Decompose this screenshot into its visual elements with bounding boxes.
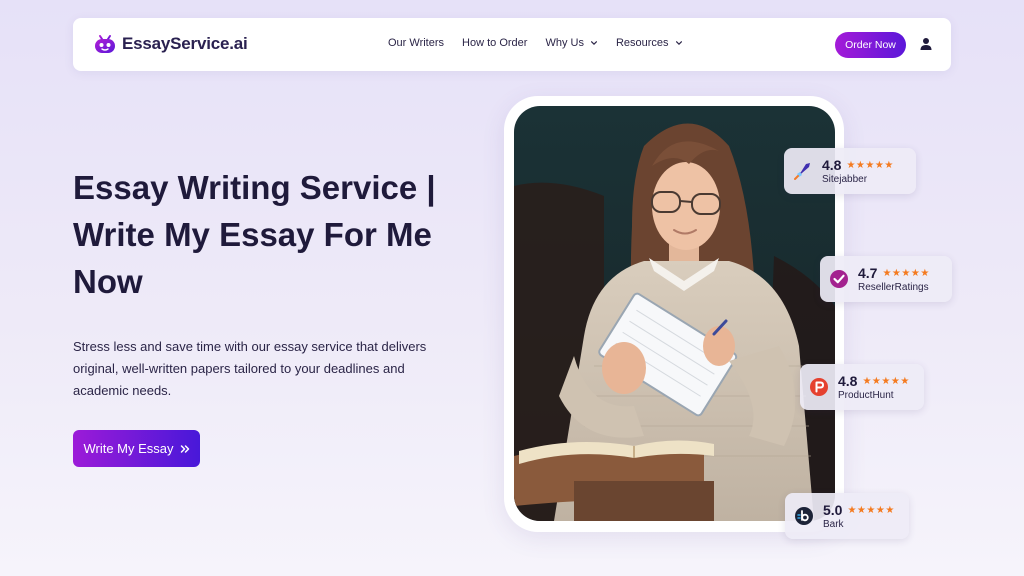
hero-description-line: Stress less and save time with our essay… bbox=[73, 339, 427, 354]
mascot-logo-icon bbox=[95, 35, 115, 53]
nav-label: Our Writers bbox=[388, 37, 445, 49]
rating-top: 5.0 ★★★★★ bbox=[823, 502, 895, 518]
hero-description-line: original, well-written papers tailored t… bbox=[73, 361, 405, 376]
rating-top: 4.8 ★★★★★ bbox=[822, 157, 894, 173]
chevron-down-icon bbox=[590, 41, 597, 46]
nav-our-writers[interactable]: Our Writers bbox=[388, 37, 444, 49]
cta-label: Write My Essay bbox=[83, 441, 174, 456]
rating-source-name: Sitejabber bbox=[822, 174, 868, 185]
rating-score: 5.0 bbox=[823, 502, 843, 518]
rating-top: 4.8 ★★★★★ bbox=[838, 373, 910, 389]
rating-body: 5.0 ★★★★★ Bark bbox=[823, 502, 895, 530]
bark-icon bbox=[795, 507, 813, 525]
rating-score: 4.8 bbox=[838, 373, 858, 389]
star-rating-icon: ★★★★★ bbox=[862, 375, 910, 387]
order-now-button[interactable]: Order Now bbox=[835, 32, 906, 58]
rating-score: 4.7 bbox=[858, 265, 878, 281]
rating-card-resellerratings[interactable]: 4.7 ★★★★★ ResellerRatings bbox=[820, 256, 952, 302]
hero-description-line: academic needs. bbox=[73, 383, 172, 398]
write-my-essay-button[interactable]: Write My Essay bbox=[73, 430, 200, 467]
nav-how-to-order[interactable]: How to Order bbox=[462, 37, 527, 49]
rating-top: 4.7 ★★★★★ bbox=[858, 265, 930, 281]
user-account-icon[interactable] bbox=[919, 37, 933, 51]
rating-score: 4.8 bbox=[822, 157, 842, 173]
hero-title: Essay Writing Service | Write My Essay F… bbox=[73, 164, 473, 305]
rating-body: 4.8 ★★★★★ Sitejabber bbox=[822, 157, 894, 185]
sitejabber-icon bbox=[794, 163, 810, 180]
producthunt-icon bbox=[810, 378, 828, 396]
brand-name: EssayService.ai bbox=[122, 34, 248, 53]
main-nav: Our Writers How to Order Why Us Resource… bbox=[388, 37, 683, 49]
star-rating-icon: ★★★★★ bbox=[882, 267, 930, 279]
hero-title-line: Now bbox=[73, 263, 143, 300]
hero-title-line: Essay Writing Service | bbox=[73, 169, 436, 206]
star-rating-icon: ★★★★★ bbox=[846, 159, 894, 171]
nav-resources[interactable]: Resources bbox=[616, 37, 683, 49]
hero-title-line: Write My Essay For Me bbox=[73, 216, 432, 253]
star-rating-icon: ★★★★★ bbox=[847, 504, 895, 516]
nav-label: Why Us bbox=[545, 37, 584, 49]
resellerratings-icon bbox=[830, 270, 848, 288]
rating-card-producthunt[interactable]: 4.8 ★★★★★ ProductHunt bbox=[800, 364, 924, 410]
brand-logo[interactable]: EssayService.ai bbox=[92, 31, 248, 57]
rating-source-name: ProductHunt bbox=[838, 390, 894, 401]
nav-label: Resources bbox=[615, 37, 669, 49]
rating-source-name: Bark bbox=[823, 519, 844, 530]
hero-description: Stress less and save time with our essay… bbox=[73, 336, 453, 402]
chevron-down-icon bbox=[675, 41, 682, 46]
rating-card-sitejabber[interactable]: 4.8 ★★★★★ Sitejabber bbox=[784, 148, 916, 194]
nav-why-us[interactable]: Why Us bbox=[545, 37, 598, 49]
rating-source-name: ResellerRatings bbox=[858, 282, 929, 293]
nav-label: How to Order bbox=[462, 37, 528, 49]
rating-body: 4.8 ★★★★★ ProductHunt bbox=[838, 373, 910, 401]
rating-body: 4.7 ★★★★★ ResellerRatings bbox=[858, 265, 930, 293]
rating-card-bark[interactable]: 5.0 ★★★★★ Bark bbox=[785, 493, 909, 539]
double-chevron-right-icon bbox=[180, 444, 189, 453]
site-header: EssayService.ai Our Writers How to Order… bbox=[73, 18, 951, 71]
